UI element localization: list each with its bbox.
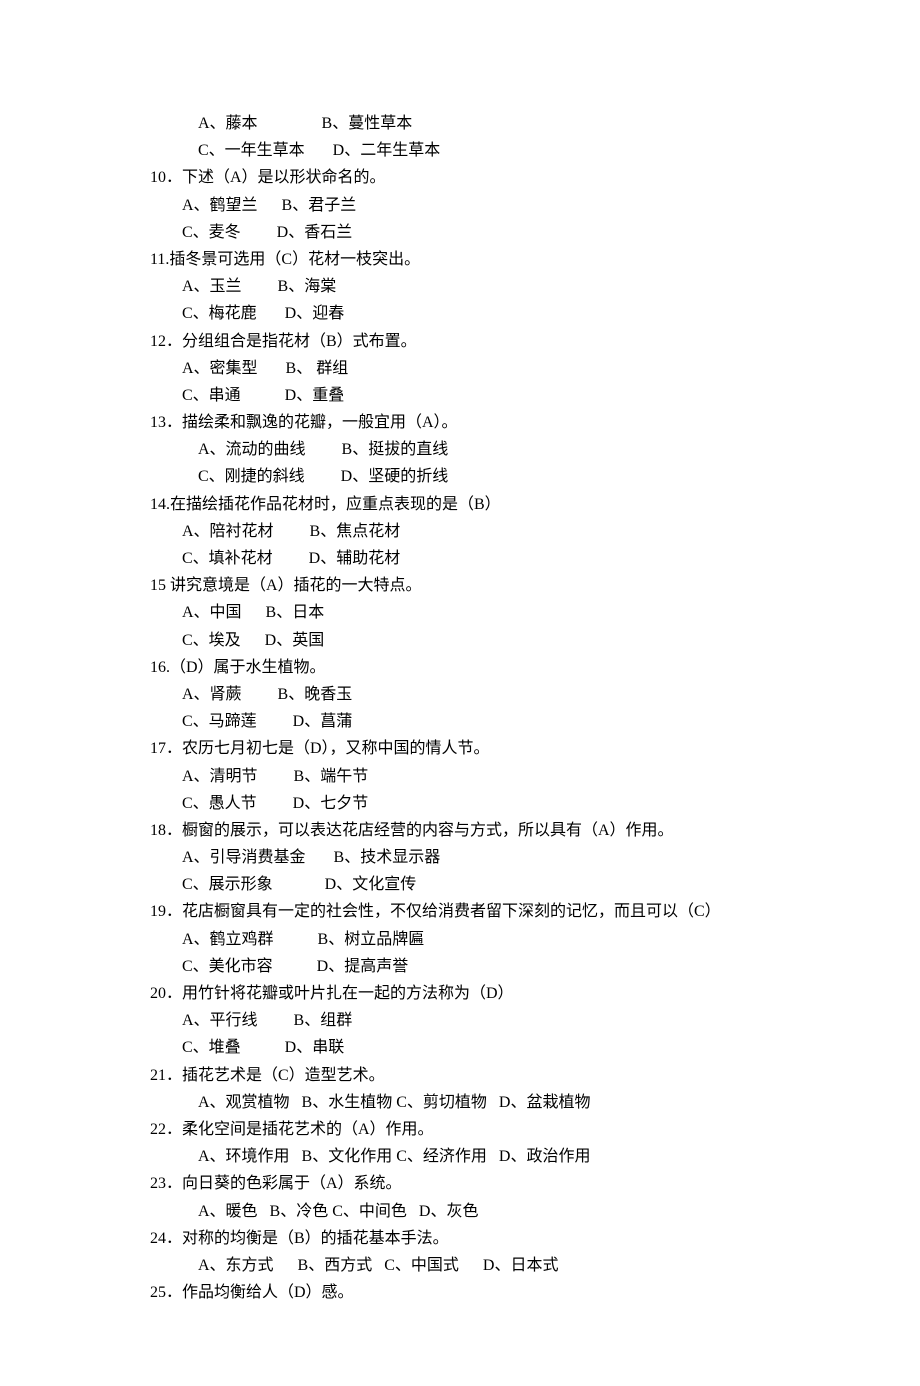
option-row: C、愚人节 D、七夕节 xyxy=(150,790,770,817)
option-row: C、埃及 D、英国 xyxy=(150,627,770,654)
question-text: 16.（D）属于水生植物。 xyxy=(150,654,770,681)
option-row: A、鹤立鸡群 B、树立品牌匾 xyxy=(150,926,770,953)
question-text: 23．向日葵的色彩属于（A）系统。 xyxy=(150,1170,770,1197)
question-text: 10．下述（A）是以形状命名的。 xyxy=(150,164,770,191)
option-row: C、展示形象 D、文化宣传 xyxy=(150,871,770,898)
option-row: C、梅花鹿 D、迎春 xyxy=(150,300,770,327)
option-row: C、刚捷的斜线 D、坚硬的折线 xyxy=(150,463,770,490)
option-row: C、堆叠 D、串联 xyxy=(150,1034,770,1061)
option-row: C、串通 D、重叠 xyxy=(150,382,770,409)
option-row: A、平行线 B、组群 xyxy=(150,1007,770,1034)
option-row: A、暖色 B、冷色 C、中间色 D、灰色 xyxy=(150,1198,770,1225)
option-row: A、肾蕨 B、晚香玉 xyxy=(150,681,770,708)
option-row: C、麦冬 D、香石兰 xyxy=(150,219,770,246)
question-text: 24．对称的均衡是（B）的插花基本手法。 xyxy=(150,1225,770,1252)
question-text: 19．花店橱窗具有一定的社会性，不仅给消费者留下深刻的记忆，而且可以（C） xyxy=(150,898,770,925)
option-row: C、一年生草本 D、二年生草本 xyxy=(150,137,770,164)
option-row: A、引导消费基金 B、技术显示器 xyxy=(150,844,770,871)
option-row: A、环境作用 B、文化作用 C、经济作用 D、政治作用 xyxy=(150,1143,770,1170)
option-row: A、观赏植物 B、水生植物 C、剪切植物 D、盆栽植物 xyxy=(150,1089,770,1116)
option-row: A、东方式 B、西方式 C、中国式 D、日本式 xyxy=(150,1252,770,1279)
option-row: A、陪衬花材 B、焦点花材 xyxy=(150,518,770,545)
option-row: A、中国 B、日本 xyxy=(150,599,770,626)
question-text: 25．作品均衡给人（D）感。 xyxy=(150,1279,770,1306)
question-text: 22．柔化空间是插花艺术的（A）作用。 xyxy=(150,1116,770,1143)
question-text: 18．橱窗的展示，可以表达花店经营的内容与方式，所以具有（A）作用。 xyxy=(150,817,770,844)
option-row: A、流动的曲线 B、挺拔的直线 xyxy=(150,436,770,463)
option-row: A、藤本 B、蔓性草本 xyxy=(150,110,770,137)
option-row: C、马蹄莲 D、菖蒲 xyxy=(150,708,770,735)
question-text: 20．用竹针将花瓣或叶片扎在一起的方法称为（D） xyxy=(150,980,770,1007)
question-text: 21．插花艺术是（C）造型艺术。 xyxy=(150,1062,770,1089)
question-text: 15 讲究意境是（A）插花的一大特点。 xyxy=(150,572,770,599)
option-row: A、鹤望兰 B、君子兰 xyxy=(150,192,770,219)
question-text: 13．描绘柔和飘逸的花瓣，一般宜用（A）。 xyxy=(150,409,770,436)
document-page: A、藤本 B、蔓性草本C、一年生草本 D、二年生草本10．下述（A）是以形状命名… xyxy=(0,0,920,1386)
question-text: 12．分组组合是指花材（B）式布置。 xyxy=(150,328,770,355)
option-row: A、密集型 B、 群组 xyxy=(150,355,770,382)
question-text: 17．农历七月初七是（D），又称中国的情人节。 xyxy=(150,735,770,762)
option-row: A、清明节 B、端午节 xyxy=(150,763,770,790)
question-text: 11.插冬景可选用（C）花材一枝突出。 xyxy=(150,246,770,273)
question-text: 14.在描绘插花作品花材时，应重点表现的是（B） xyxy=(150,491,770,518)
option-row: A、玉兰 B、海棠 xyxy=(150,273,770,300)
option-row: C、填补花材 D、辅助花材 xyxy=(150,545,770,572)
option-row: C、美化市容 D、提高声誉 xyxy=(150,953,770,980)
